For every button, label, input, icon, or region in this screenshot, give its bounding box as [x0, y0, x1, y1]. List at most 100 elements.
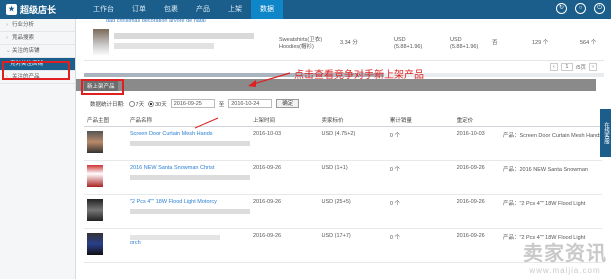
image-cell	[84, 228, 127, 263]
blurred-text	[129, 140, 250, 146]
app-logo[interactable]: ★ 超级店长	[6, 3, 56, 16]
product-image[interactable]	[87, 164, 103, 187]
date-to-input[interactable]: 2016-10-24	[228, 99, 273, 108]
refresh-icon[interactable]: ↻	[556, 3, 567, 14]
radio-label: 30天	[155, 101, 167, 108]
radio-icon	[128, 101, 135, 108]
confirm-button[interactable]: 确定	[276, 99, 300, 108]
status-cell: 否	[492, 40, 498, 46]
watermark-text: 卖家资讯	[523, 243, 607, 265]
app-title: 超级店长	[20, 5, 57, 15]
price-range-text: (5.88+1.96)	[394, 44, 423, 50]
sidebar: › 行业分析 › 竞品搜索 ⌄关注的店铺 竞对关注店铺 › 关注的产品	[0, 19, 76, 279]
product-image[interactable]	[87, 232, 103, 255]
price-cell: USD (1+1)	[318, 160, 387, 195]
date-cell: 2016-09-26	[249, 228, 319, 263]
previous-table-row: dad christmas decoration arvore de natal…	[84, 18, 604, 61]
nav-workbench[interactable]: 工作台	[84, 0, 123, 19]
date-filter: 数据统计日期: 7天 30天 2016-09-25 至 2016-10-24 确…	[90, 99, 300, 108]
price-range-text: (5.88+1.96)	[450, 44, 479, 50]
count-cell-2: 564 个	[580, 40, 597, 46]
next-page-button[interactable]: ›	[589, 63, 597, 71]
column-header	[499, 115, 602, 127]
image-cell	[84, 160, 127, 195]
count-cell: 129 个	[532, 40, 549, 46]
column-header: 累计销量	[386, 115, 454, 127]
page-input[interactable]: 1	[560, 63, 573, 71]
page-total: /5页	[575, 65, 586, 71]
column-header: 产品主图	[84, 115, 127, 127]
prev-page-button[interactable]: ‹	[549, 63, 558, 71]
score-cell: 3.34 分	[340, 40, 358, 46]
sidebar-item-label: 竞品搜索	[12, 35, 35, 41]
top-bar: ★ 超级店长 工作台 订单 包裹 产品 上架 数据 ↻ ○ ⏻	[0, 0, 611, 19]
watermark: 卖家资讯 www.maijia.com	[523, 237, 607, 275]
product-name-link[interactable]: 2016 NEW Santa Snowman Christ	[130, 165, 250, 171]
user-icon[interactable]: ○	[575, 3, 586, 14]
name-cell: Screen Door Curtain Mesh Hands	[126, 126, 250, 161]
product-name-link[interactable]: orch	[130, 240, 250, 246]
product-cell: 产品："2 Pcs 4"" 18W Flood Light	[499, 194, 602, 229]
name-cell: "2 Pcs 4"" 18W Flood Light Motorcy	[126, 194, 250, 229]
column-header: 重定价	[453, 115, 500, 127]
tab-new-products[interactable]: 新上架产品	[84, 81, 118, 91]
table-row: "2 Pcs 4"" 18W Flood Light Motorcy 2016-…	[84, 194, 602, 229]
annotation-text: 点击查看竞争对手新上架产品	[294, 70, 424, 81]
product-title-link[interactable]: dad christmas decoration arvore de natal	[106, 18, 206, 24]
radio-30-days[interactable]: 30天	[148, 100, 167, 108]
sidebar-item-followed-products[interactable]: › 关注的产品	[0, 71, 75, 84]
product-cell: 产品：Screen Door Curtain Mesh Hands	[499, 126, 602, 161]
radio-7-days[interactable]: 7天	[128, 100, 145, 108]
customer-service-tab[interactable]: 在线客服	[600, 109, 611, 157]
image-cell	[84, 126, 127, 161]
blurred-text	[114, 33, 254, 39]
sidebar-item-competitor-search[interactable]: › 竞品搜索	[0, 32, 75, 45]
name-cell: orch	[126, 228, 250, 263]
main-nav: 工作台 订单 包裹 产品 上架 数据	[84, 0, 283, 19]
pagination: ‹ 1 /5页 ›	[549, 63, 597, 71]
table-row: 2016 NEW Santa Snowman Christ 2016-09-26…	[84, 160, 602, 195]
category-cell: Sweatshirts(卫衣) Hoodies(帽衫)	[279, 37, 322, 51]
nav-data[interactable]: 数据	[251, 0, 283, 19]
product-image[interactable]	[87, 130, 103, 153]
price-cell: USD (4.75+2)	[318, 126, 387, 161]
radio-checked-icon	[148, 101, 155, 108]
nav-listing[interactable]: 上架	[219, 0, 251, 19]
sales-cell: 0 个	[386, 228, 454, 263]
sidebar-item-label: 关注的店铺	[12, 48, 40, 54]
sidebar-item-label: 行业分析	[12, 22, 35, 28]
sidebar-item-followed-shops[interactable]: ⌄关注的店铺	[0, 45, 75, 58]
sidebar-item-industry[interactable]: › 行业分析	[0, 19, 75, 32]
price-cell: USD (17+7)	[318, 228, 387, 263]
date-separator: 至	[218, 101, 225, 108]
redate-cell: 2016-09-26	[453, 194, 500, 229]
table-row: Screen Door Curtain Mesh Hands 2016-10-0…	[84, 126, 602, 161]
date-from-input[interactable]: 2016-09-25	[170, 99, 215, 108]
product-name-link[interactable]: Screen Door Curtain Mesh Hands	[130, 131, 250, 137]
logo-icon: ★	[6, 4, 17, 15]
column-header: 上架时间	[249, 115, 319, 127]
category-text: Sweatshirts(卫衣)	[279, 37, 323, 43]
product-name-link[interactable]: "2 Pcs 4"" 18W Flood Light Motorcy	[130, 199, 250, 205]
power-icon[interactable]: ⏻	[594, 3, 605, 14]
nav-orders[interactable]: 订单	[123, 0, 155, 19]
product-image[interactable]	[87, 198, 103, 221]
currency-text: USD	[450, 37, 462, 43]
sidebar-item-label: 竞对关注店铺	[10, 61, 44, 67]
nav-products[interactable]: 产品	[187, 0, 219, 19]
sidebar-item-competitor-shops[interactable]: 竞对关注店铺	[0, 58, 75, 71]
image-cell	[84, 194, 127, 229]
blurred-text	[129, 174, 250, 180]
category-text: Hoodies(帽衫)	[279, 44, 314, 50]
nav-packages[interactable]: 包裹	[155, 0, 187, 19]
redate-cell: 2016-09-26	[453, 160, 500, 195]
radio-label: 7天	[135, 101, 145, 108]
redate-cell: 2016-10-03	[453, 126, 500, 161]
date-cell: 2016-10-03	[249, 126, 319, 161]
sidebar-item-label: 关注的产品	[12, 74, 40, 80]
column-header: 产品名称	[126, 115, 250, 127]
product-image[interactable]	[93, 29, 109, 56]
price-cell: USD (5.88+1.96)	[394, 37, 422, 51]
date-cell: 2016-09-26	[249, 194, 319, 229]
sales-cell: 0 个	[386, 194, 454, 229]
